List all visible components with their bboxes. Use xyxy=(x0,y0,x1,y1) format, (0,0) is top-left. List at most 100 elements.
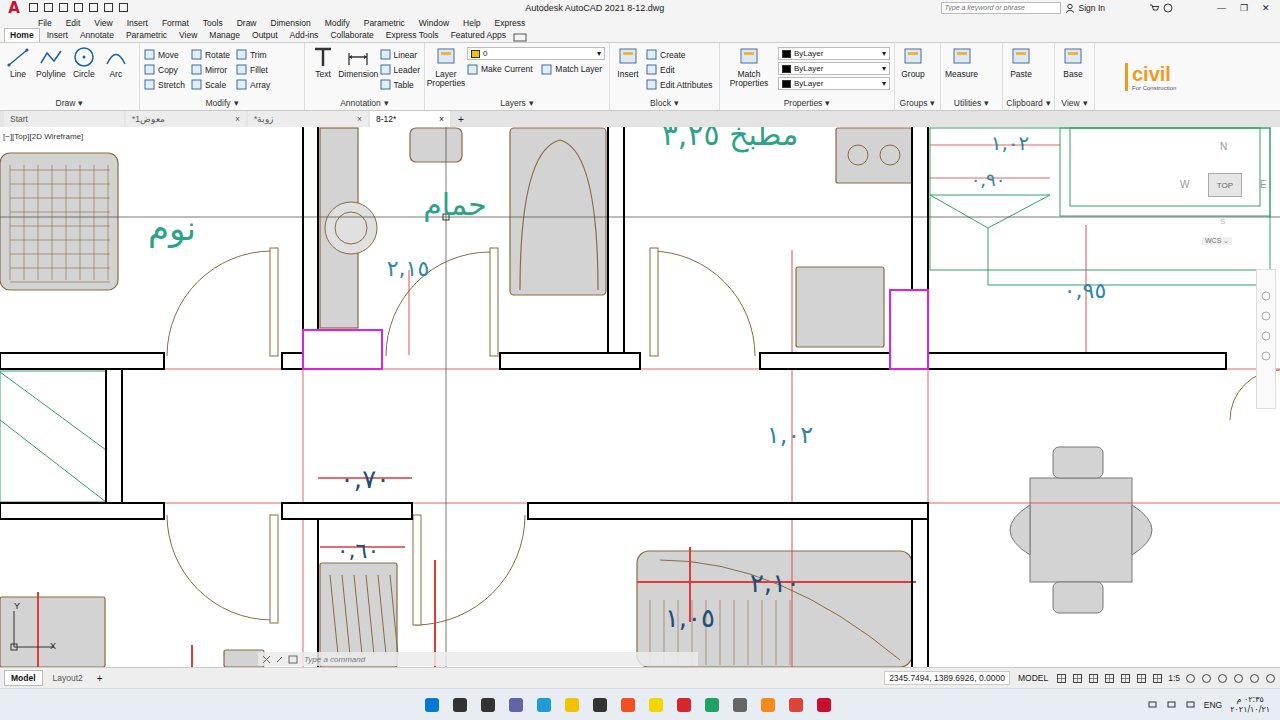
annotation-scale[interactable]: 1:5 xyxy=(1168,673,1180,683)
ribbon-group-title[interactable]: Layers▾ xyxy=(429,98,605,110)
file-tab[interactable]: 8-12*× xyxy=(370,111,450,127)
property-dropdown[interactable]: ByLayer▾ xyxy=(778,62,890,75)
ribbon-group-title[interactable]: Annotation▾ xyxy=(309,98,420,110)
language-indicator[interactable]: ENG xyxy=(1204,700,1222,710)
ribbon-large-button[interactable]: Match Properties xyxy=(724,45,774,88)
minimize-button[interactable]: — xyxy=(1217,3,1226,13)
ribbon-group-title[interactable]: Utilities▾ xyxy=(945,98,998,110)
viewport-label[interactable]: [−][Top][2D Wireframe] xyxy=(3,132,83,141)
plan-label[interactable]: ٠,٩٥ xyxy=(1064,278,1106,303)
menu-item[interactable]: Modify xyxy=(325,18,350,28)
ribbon-large-button[interactable]: Text xyxy=(309,45,337,79)
floor-plan[interactable]: نومحماممطبخ ٣,٢٥٢,١٥١,٠٢٠,٩٠٠,٩٥١,٠٢٠,٧٠… xyxy=(0,127,1280,667)
app-logo[interactable]: A xyxy=(4,0,24,15)
menu-item[interactable]: Express xyxy=(495,18,526,28)
ribbon-small-button[interactable]: Array xyxy=(236,77,270,92)
ribbon-group-title[interactable]: Properties▾ xyxy=(724,98,890,110)
menu-item[interactable]: Insert xyxy=(127,18,148,28)
explorer-icon[interactable] xyxy=(563,696,581,714)
ribbon-toggle-icon[interactable] xyxy=(513,33,527,42)
close-command-icon[interactable] xyxy=(262,655,271,664)
cart-icon[interactable] xyxy=(1149,3,1159,13)
file-tab[interactable]: زوبة*× xyxy=(248,111,368,127)
ribbon-group-title[interactable]: View▾ xyxy=(1059,98,1090,110)
plan-label[interactable]: ٢,١٥ xyxy=(387,256,429,281)
ribbon-tab[interactable]: Add-ins xyxy=(285,29,324,42)
ribbon-small-button[interactable]: Scale xyxy=(191,77,230,92)
new-icon[interactable] xyxy=(28,2,39,13)
undo-icon[interactable] xyxy=(103,2,114,13)
ribbon-large-button[interactable]: Insert xyxy=(614,45,642,79)
ribbon-tab[interactable]: Featured Apps xyxy=(446,29,511,42)
property-dropdown[interactable]: ByLayer▾ xyxy=(778,47,890,60)
layout-tab[interactable]: Model xyxy=(4,670,43,686)
ribbon-small-button[interactable]: Linear xyxy=(380,47,420,62)
orbit-icon[interactable] xyxy=(1260,330,1272,342)
grid-icon[interactable] xyxy=(1056,673,1067,684)
clock[interactable]: ٠٢:٣٥ م٢٠٢١/١٠/٢١ xyxy=(1230,695,1270,715)
ribbon-small-button[interactable]: Make Current xyxy=(467,62,535,76)
close-button[interactable]: ✕ xyxy=(1262,3,1270,13)
plan-label[interactable]: ٠,٩٠ xyxy=(971,169,1006,190)
new-tab-button[interactable]: + xyxy=(452,111,470,127)
hardware-icon[interactable] xyxy=(1233,673,1244,684)
notes-icon[interactable] xyxy=(647,696,665,714)
chrome-icon[interactable] xyxy=(787,696,805,714)
drawing-canvas[interactable]: نومحماممطبخ ٣,٢٥٢,١٥١,٠٢٠,٩٠٠,٩٥١,٠٢٠,٧٠… xyxy=(0,127,1280,667)
plus-icon[interactable] xyxy=(1201,673,1212,684)
ribbon-tab[interactable]: View xyxy=(174,29,202,42)
print-icon[interactable] xyxy=(88,2,99,13)
close-tab-button[interactable]: × xyxy=(235,114,240,124)
edge-icon[interactable] xyxy=(535,696,553,714)
menu-item[interactable]: Dimension xyxy=(271,18,311,28)
ribbon-small-button[interactable]: Fillet xyxy=(236,62,270,77)
menu-item[interactable]: Parametric xyxy=(364,18,405,28)
ribbon-large-button[interactable]: Dimension xyxy=(341,45,376,79)
ribbon-group-title[interactable]: Groups▾ xyxy=(899,98,936,110)
annotation-icon[interactable] xyxy=(1152,673,1163,684)
ribbon-large-button[interactable]: Measure xyxy=(945,45,978,79)
file-tab[interactable]: Start xyxy=(4,111,124,127)
ribbon-large-button[interactable]: Polyline xyxy=(36,45,66,79)
isolate-icon[interactable] xyxy=(1217,673,1228,684)
ribbon-small-button[interactable]: Stretch xyxy=(144,77,185,92)
help-icon[interactable] xyxy=(1163,3,1173,13)
ribbon-small-button[interactable]: Table xyxy=(380,77,420,92)
app-icon[interactable] xyxy=(619,696,637,714)
snap-icon[interactable] xyxy=(1072,673,1083,684)
ribbon-small-button[interactable]: Match Layer xyxy=(541,62,605,76)
clean-screen-icon[interactable] xyxy=(1249,673,1260,684)
zoom-icon[interactable] xyxy=(1260,310,1272,322)
ribbon-tab[interactable]: Annotate xyxy=(75,29,119,42)
ortho-icon[interactable] xyxy=(1088,673,1099,684)
menu-item[interactable]: View xyxy=(94,18,112,28)
save-as-icon[interactable] xyxy=(73,2,84,13)
ribbon-group-title[interactable]: Modify▾ xyxy=(144,98,300,110)
autocad-icon[interactable] xyxy=(815,696,833,714)
plan-label[interactable]: مطبخ ٣,٢٥ xyxy=(662,127,799,153)
file-tab[interactable]: معوض1*× xyxy=(126,111,246,127)
property-dropdown[interactable]: 0▾ xyxy=(467,47,605,60)
ribbon-large-button[interactable]: Layer Properties xyxy=(429,45,463,88)
plan-label[interactable]: ١,٠٢ xyxy=(991,131,1030,155)
osnap-icon[interactable] xyxy=(1120,673,1131,684)
ribbon-tab[interactable]: Insert xyxy=(42,29,73,42)
ribbon-large-button[interactable]: Group xyxy=(899,45,927,79)
property-dropdown[interactable]: ByLayer▾ xyxy=(778,77,890,90)
acrobat-icon[interactable] xyxy=(675,696,693,714)
chat-icon[interactable] xyxy=(507,696,525,714)
plan-label[interactable]: حمام xyxy=(423,187,487,222)
user-icon[interactable] xyxy=(1065,3,1075,13)
plan-label[interactable]: ٢,١٠ xyxy=(750,568,800,598)
ribbon-group-title[interactable]: Block▾ xyxy=(614,98,715,110)
pan-icon[interactable] xyxy=(1260,290,1272,302)
viewcube[interactable]: NWESTOPWCS ⌄ xyxy=(1176,139,1272,249)
navigation-bar[interactable] xyxy=(1256,269,1276,409)
plan-label[interactable]: ٠,٦٠ xyxy=(337,538,379,563)
search-icon[interactable] xyxy=(451,696,469,714)
volume-icon[interactable] xyxy=(1166,699,1177,710)
customize-icon[interactable] xyxy=(275,655,284,664)
task-view-icon[interactable] xyxy=(479,696,497,714)
menu-item[interactable]: Window xyxy=(419,18,449,28)
menu-item[interactable]: Tools xyxy=(203,18,223,28)
